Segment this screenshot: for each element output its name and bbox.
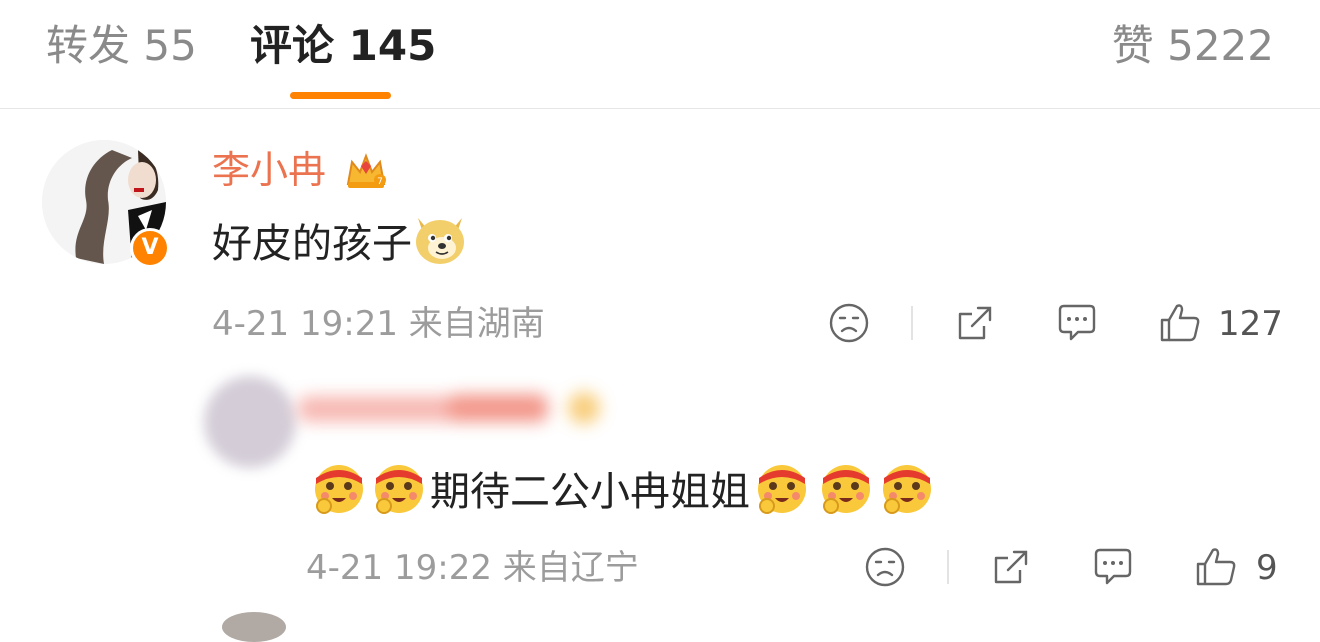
tab-repost[interactable]: 转发 55 [46,18,197,74]
share-icon[interactable] [990,546,1032,588]
dislike-icon[interactable] [864,546,906,588]
dislike-icon[interactable] [828,302,870,344]
comment-body: 好皮的孩子 [212,221,412,267]
avatar[interactable] [222,612,286,642]
active-tab-indicator [290,92,391,99]
reply-icon[interactable] [1092,546,1134,588]
comment-text: 好皮的孩子 [212,212,468,280]
verified-badge: V [130,228,170,268]
cheer-emoji [814,458,878,530]
reply-text: 期待二公小冉姐姐 [310,458,936,530]
share-icon[interactable] [954,302,996,344]
cheer-emoji [368,458,430,530]
cheer-emoji [878,458,936,530]
crown-icon: 7 [346,153,386,188]
doge-emoji [412,212,468,280]
cheer-emoji [750,458,814,530]
cheer-emoji [310,458,368,530]
reply-icon[interactable] [1056,302,1098,344]
like-count: 9 [1256,548,1278,588]
avatar[interactable] [204,376,296,468]
svg-text:7: 7 [377,177,383,187]
tab-bar: 转发 55 评论 145 赞 5222 [0,0,1320,109]
action-divider [947,550,949,584]
tab-likes[interactable]: 赞 5222 [1112,18,1274,74]
like-icon[interactable] [1158,300,1202,344]
action-divider [911,306,913,340]
like-icon[interactable] [1194,544,1238,588]
comment-username[interactable]: 李小冉 [212,146,326,194]
like-count: 127 [1218,304,1283,344]
reply-meta: 4-21 19:22 来自辽宁 [306,548,639,588]
reply-username-redacted [298,392,600,424]
tab-comments[interactable]: 评论 145 [250,18,436,74]
reply-body: 期待二公小冉姐姐 [430,469,750,515]
comment-meta: 4-21 19:21 来自湖南 [212,304,545,344]
